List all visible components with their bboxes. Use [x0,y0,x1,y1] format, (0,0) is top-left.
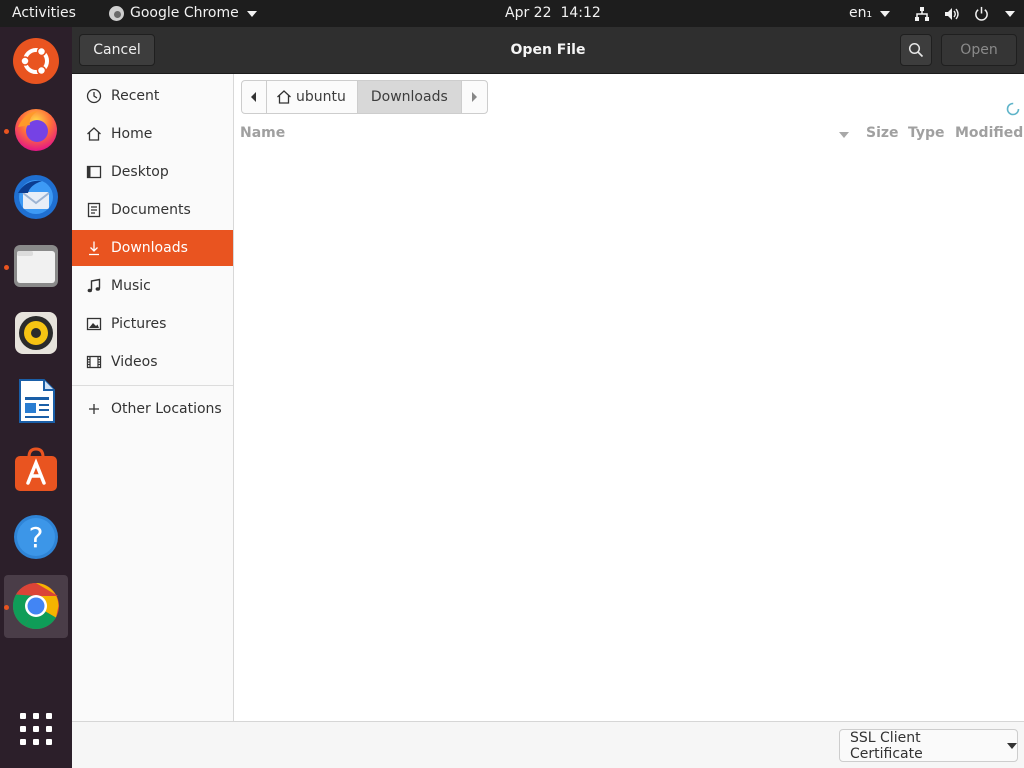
path-bar: ubuntu Downloads [241,80,488,114]
sidebar-item-label: Desktop [111,164,169,180]
sidebar-item-music[interactable]: Music [72,268,233,304]
system-tray[interactable] [914,0,1015,27]
running-indicator [4,265,9,270]
sidebar-separator [72,385,233,386]
running-indicator [4,605,9,610]
sidebar-item-pictures[interactable]: Pictures [72,306,233,342]
sidebar-item-documents[interactable]: Documents [72,192,233,228]
sidebar-item-label: Home [111,126,153,142]
software-center-icon[interactable] [12,445,60,493]
chevron-down-icon [880,10,891,17]
help-icon[interactable]: ? [12,513,60,561]
chrome-icon[interactable] [12,582,60,630]
dialog-bottom-bar: SSL Client Certificate [72,721,1024,768]
chevron-down-icon [246,10,257,17]
sidebar-item-downloads[interactable]: Downloads [72,230,233,266]
sidebar-item-videos[interactable]: Videos [72,344,233,380]
sidebar-item-label: Recent [111,88,160,104]
files-icon[interactable] [12,241,60,289]
path-segment-label: ubuntu [296,89,346,105]
document-icon [86,202,102,218]
places-sidebar: Recent Home Desktop Documents Downloads [72,74,234,721]
activities-button[interactable]: Activities [12,0,76,27]
show-applications-icon[interactable] [18,711,54,747]
filter-label: SSL Client Certificate [850,729,923,762]
sidebar-item-other-locations[interactable]: Other Locations [72,391,233,427]
cancel-button[interactable]: Cancel [79,34,155,66]
search-icon [908,42,924,58]
search-button[interactable] [900,34,932,66]
running-indicator [4,129,9,134]
chrome-mini-icon [109,6,124,21]
sidebar-item-recent[interactable]: Recent [72,78,233,114]
clock-icon [86,88,102,104]
open-file-dialog: Open File Cancel Open Recent Home Deskto… [72,27,1024,768]
sidebar-item-label: Pictures [111,316,167,332]
column-header-row: Name Size Type Modified [234,122,1024,146]
sidebar-item-home[interactable]: Home [72,116,233,152]
open-button[interactable]: Open [941,34,1017,66]
video-icon [86,354,102,370]
sidebar-item-label: Music [111,278,151,294]
volume-icon [945,7,959,20]
picture-icon [86,316,102,332]
path-segment-home[interactable]: ubuntu [267,81,358,113]
sidebar-item-label: Documents [111,202,191,218]
chevron-down-icon [1005,10,1015,17]
firefox-icon[interactable] [12,105,60,153]
sidebar-item-desktop[interactable]: Desktop [72,154,233,190]
column-header-size[interactable]: Size [866,125,899,141]
loading-spinner-icon [1006,102,1020,116]
rhythmbox-icon[interactable] [12,309,60,357]
sidebar-item-label: Downloads [111,240,188,256]
chevron-right-icon [472,92,478,102]
home-icon [277,90,291,104]
chevron-left-icon [251,92,256,102]
input-source-menu[interactable]: en₁ [849,0,891,27]
clock-date: Apr 22 [505,5,552,21]
desktop-icon [86,164,102,180]
libreoffice-writer-icon[interactable] [12,377,60,425]
sidebar-item-label: Videos [111,354,158,370]
dialog-title: Open File [510,42,586,58]
svg-text:?: ? [29,521,44,554]
network-icon [915,6,929,21]
file-type-filter-dropdown[interactable]: SSL Client Certificate [839,729,1018,762]
column-header-name[interactable]: Name [240,125,285,141]
thunderbird-icon[interactable] [12,173,60,221]
clock[interactable]: Apr 22 14:12 [505,0,601,27]
app-menu[interactable]: Google Chrome [109,0,257,27]
column-header-type[interactable]: Type [908,125,945,141]
input-source-label: en₁ [849,5,873,21]
chevron-down-icon [1007,742,1017,749]
column-header-modified[interactable]: Modified [955,125,1023,141]
music-icon [86,278,102,294]
path-bar-back-button[interactable] [242,81,267,113]
app-menu-label: Google Chrome [130,5,239,21]
plus-icon [86,401,102,417]
sidebar-item-label: Other Locations [111,401,222,417]
path-segment-label: Downloads [370,89,448,105]
home-icon [86,126,102,142]
dock: ? [0,27,72,768]
sort-descending-icon [839,132,849,138]
top-bar: Activities Google Chrome Apr 22 14:12 en₁ [0,0,1024,27]
file-list-area[interactable]: ubuntu Downloads Name Size Type Modified [234,74,1024,721]
path-segment-downloads[interactable]: Downloads [357,81,462,113]
power-icon [975,6,988,21]
ubuntu-logo-icon[interactable] [12,37,60,85]
path-bar-forward-button[interactable] [462,81,487,113]
clock-time: 14:12 [560,5,601,21]
download-icon [86,240,102,256]
dialog-headerbar: Open File Cancel Open [72,27,1024,74]
